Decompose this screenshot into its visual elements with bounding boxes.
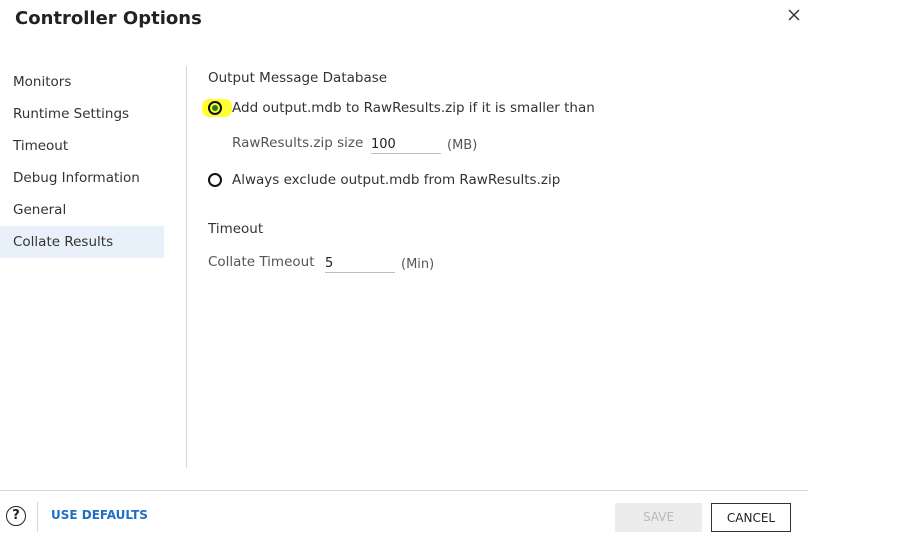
output-db-section-title: Output Message Database <box>208 70 388 86</box>
use-defaults-button[interactable]: USE DEFAULTS <box>51 508 148 522</box>
radio-exclude-output-mdb-label: Always exclude output.mdb from RawResult… <box>232 172 561 188</box>
radio-add-output-mdb[interactable]: Add output.mdb to RawResults.zip if it i… <box>208 100 595 116</box>
vertical-divider <box>186 66 187 468</box>
save-button[interactable]: SAVE <box>615 503 702 532</box>
sidebar-item-collate-results[interactable]: Collate Results <box>0 226 164 258</box>
sidebar-item-runtime-settings[interactable]: Runtime Settings <box>0 98 164 130</box>
help-icon[interactable]: ? <box>6 506 26 526</box>
footer-divider <box>0 490 808 491</box>
cancel-button[interactable]: CANCEL <box>711 503 791 532</box>
sidebar-item-monitors[interactable]: Monitors <box>0 66 164 98</box>
collate-timeout-unit: (Min) <box>401 257 435 272</box>
rawresults-size-label: RawResults.zip size <box>232 135 364 151</box>
rawresults-size-unit: (MB) <box>447 138 478 153</box>
collate-timeout-label: Collate Timeout <box>208 254 315 270</box>
sidebar-item-timeout[interactable]: Timeout <box>0 130 164 162</box>
timeout-section-title: Timeout <box>208 221 264 237</box>
radio-exclude-output-mdb[interactable]: Always exclude output.mdb from RawResult… <box>208 172 560 188</box>
sidebar-nav: Monitors Runtime Settings Timeout Debug … <box>0 66 164 258</box>
dialog-title: Controller Options <box>15 8 202 29</box>
sidebar-item-general[interactable]: General <box>0 194 164 226</box>
rawresults-size-input[interactable] <box>371 137 441 154</box>
radio-checked-icon[interactable] <box>208 101 222 115</box>
close-icon[interactable] <box>786 7 802 23</box>
sidebar-item-debug-information[interactable]: Debug Information <box>0 162 164 194</box>
radio-add-output-mdb-label: Add output.mdb to RawResults.zip if it i… <box>232 100 595 116</box>
footer-separator <box>37 502 38 532</box>
collate-timeout-input[interactable] <box>325 256 395 273</box>
radio-unchecked-icon[interactable] <box>208 173 222 187</box>
